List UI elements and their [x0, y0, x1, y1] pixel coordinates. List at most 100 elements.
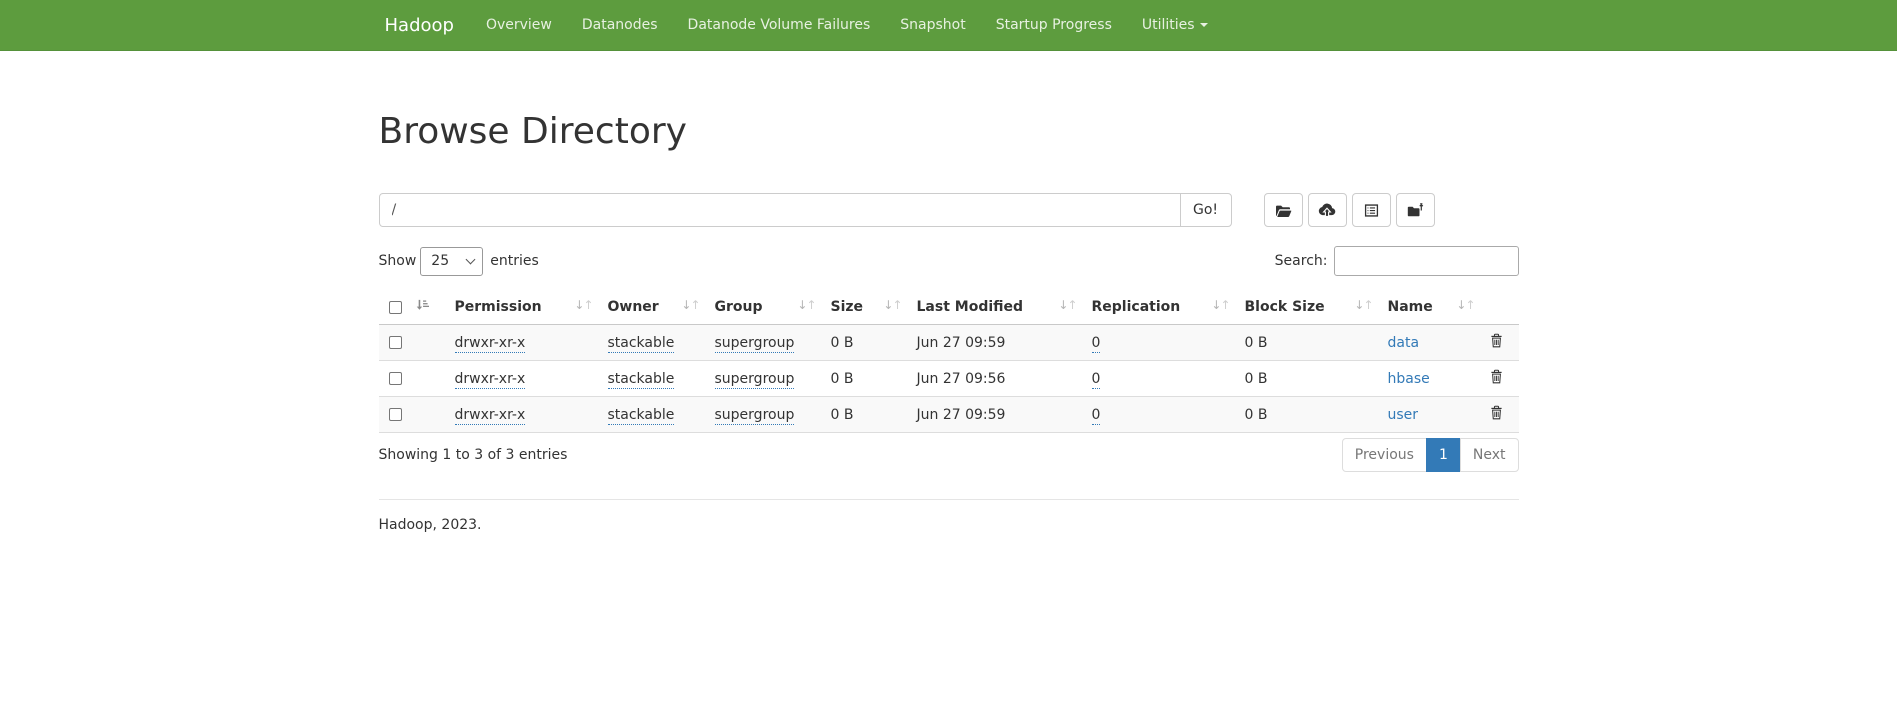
editable-replication[interactable]: 0 [1092, 335, 1101, 353]
cell-size: 0 B [821, 397, 907, 433]
editable-permission[interactable]: drwxr-xr-x [455, 371, 526, 389]
cell-size: 0 B [821, 361, 907, 397]
column-header-replication[interactable]: Replication ↓↑ [1082, 290, 1235, 325]
editable-permission[interactable]: drwxr-xr-x [455, 335, 526, 353]
previous-page-button[interactable]: Previous [1342, 438, 1427, 472]
directory-link-user[interactable]: user [1388, 407, 1419, 423]
directory-link-data[interactable]: data [1388, 335, 1420, 351]
trash-icon [1490, 336, 1503, 351]
column-label: Block Size [1245, 299, 1325, 315]
cell-group: supergroup [705, 361, 821, 397]
delete-button[interactable] [1490, 405, 1503, 420]
directory-path-input[interactable] [379, 193, 1181, 227]
cell-permission: drwxr-xr-x [445, 325, 598, 361]
move-to-trash-toggle-button[interactable] [1396, 193, 1435, 227]
cloud-upload-icon [1318, 203, 1336, 217]
column-label: Group [715, 299, 763, 315]
cell-block-size: 0 B [1235, 325, 1378, 361]
path-input-group: Go! [379, 193, 1233, 227]
directory-listing-table: Permission↓↑Owner↓↑Group↓↑Size↓↑Last Mod… [379, 290, 1519, 433]
cell-owner: stackable [598, 325, 705, 361]
column-header-group[interactable]: Group ↓↑ [705, 290, 821, 325]
column-header-block-size[interactable]: Block Size ↓↑ [1235, 290, 1378, 325]
column-label: Replication [1092, 299, 1181, 315]
nav-item-startup-progress[interactable]: Startup Progress [981, 0, 1127, 50]
go-button[interactable]: Go! [1180, 193, 1232, 227]
editable-replication[interactable]: 0 [1092, 407, 1101, 425]
create-directory-button[interactable] [1264, 193, 1303, 227]
sort-icon: ↓↑ [574, 298, 592, 312]
page-footer-text: Hadoop, 2023. [379, 517, 1519, 533]
delete-button[interactable] [1490, 369, 1503, 384]
brand-link[interactable]: Hadoop [379, 15, 454, 36]
footer-divider [379, 499, 1519, 500]
column-header-permission[interactable]: Permission ↓↑ [445, 290, 598, 325]
editable-owner[interactable]: stackable [608, 371, 675, 389]
editable-owner[interactable]: stackable [608, 335, 675, 353]
sort-icon: ↓↑ [1211, 298, 1229, 312]
table-row-user: drwxr-xr-xstackablesupergroup0 BJun 27 0… [379, 397, 1519, 433]
select-all-checkbox[interactable] [389, 301, 402, 314]
table-info-text: Showing 1 to 3 of 3 entries [379, 447, 568, 463]
pagination: Previous 1 Next [1342, 438, 1519, 472]
row-checkbox[interactable] [389, 336, 402, 349]
search-label: Search: [1275, 253, 1328, 269]
folder-open-icon [1275, 203, 1292, 218]
folder-move-icon [1407, 203, 1424, 218]
sort-icon: ↓↑ [681, 298, 699, 312]
table-search-input[interactable] [1334, 246, 1519, 276]
cell-block-size: 0 B [1235, 397, 1378, 433]
trash-icon [1490, 372, 1503, 387]
trash-icon [1490, 408, 1503, 423]
caret-down-icon [1200, 23, 1208, 27]
editable-permission[interactable]: drwxr-xr-x [455, 407, 526, 425]
row-actions-header [1480, 290, 1519, 325]
column-label: Last Modified [917, 299, 1024, 315]
editable-group[interactable]: supergroup [715, 407, 795, 425]
nav-item-snapshot[interactable]: Snapshot [885, 0, 980, 50]
column-header-name[interactable]: Name ↓↑ [1378, 290, 1480, 325]
editable-owner[interactable]: stackable [608, 407, 675, 425]
sort-icon: ↓↑ [1354, 298, 1372, 312]
row-checkbox[interactable] [389, 372, 402, 385]
editable-replication[interactable]: 0 [1092, 371, 1101, 389]
column-header-owner[interactable]: Owner ↓↑ [598, 290, 705, 325]
column-label: Name [1388, 299, 1433, 315]
upload-files-button[interactable] [1308, 193, 1347, 227]
directory-link-hbase[interactable]: hbase [1388, 371, 1430, 387]
page-length-select[interactable]: 25 [420, 247, 483, 276]
next-page-button[interactable]: Next [1460, 438, 1519, 472]
sort-icon: ↓↑ [883, 298, 901, 312]
nav-item-datanode-volume-failures[interactable]: Datanode Volume Failures [673, 0, 886, 50]
editable-group[interactable]: supergroup [715, 371, 795, 389]
cell-name: user [1378, 397, 1480, 433]
nav-item-utilities[interactable]: Utilities [1127, 0, 1223, 50]
cut-and-paste-button[interactable] [1352, 193, 1391, 227]
cell-group: supergroup [705, 325, 821, 361]
sort-icon: ↓↑ [1058, 298, 1076, 312]
list-alt-icon [1364, 203, 1379, 218]
column-label: Permission [455, 299, 542, 315]
table-search-control: Search: [1275, 246, 1519, 276]
cell-group: supergroup [705, 397, 821, 433]
nav-item-overview[interactable]: Overview [471, 0, 567, 50]
column-label: Owner [608, 299, 659, 315]
sort-icon: ↓↑ [797, 298, 815, 312]
row-checkbox[interactable] [389, 408, 402, 421]
delete-button[interactable] [1490, 333, 1503, 348]
cell-replication: 0 [1082, 397, 1235, 433]
column-header-size[interactable]: Size↓↑ [821, 290, 907, 325]
page-1-button[interactable]: 1 [1426, 438, 1461, 472]
select-all-header[interactable] [379, 290, 445, 325]
sort-icon: ↓↑ [1456, 298, 1474, 312]
cell-last-modified: Jun 27 09:59 [907, 397, 1082, 433]
page-length-control: Show 25 entries [379, 247, 539, 276]
cell-last-modified: Jun 27 09:56 [907, 361, 1082, 397]
entries-label: entries [490, 253, 539, 269]
nav-item-datanodes[interactable]: Datanodes [567, 0, 673, 50]
cell-permission: drwxr-xr-x [445, 397, 598, 433]
sort-by-attributes-icon [415, 298, 429, 316]
editable-group[interactable]: supergroup [715, 335, 795, 353]
column-header-last-modified[interactable]: Last Modified ↓↑ [907, 290, 1082, 325]
cell-owner: stackable [598, 397, 705, 433]
